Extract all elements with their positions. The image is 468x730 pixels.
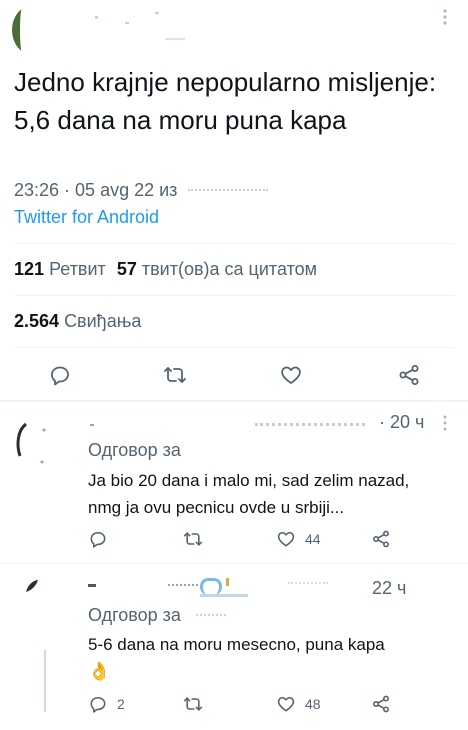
retweet-stats: 121 Ретвит 57 твит(ов)а са цитатом — [14, 259, 317, 280]
replying-to-label: Одговор за — [88, 605, 181, 625]
reply-text-line: Ja bio 20 dana i malo mi, sad zelim naza… — [88, 471, 410, 490]
like-count: 48 — [305, 696, 321, 712]
reply-icon[interactable] — [88, 529, 108, 549]
share-icon[interactable] — [397, 363, 421, 387]
reply-avatar[interactable] — [12, 420, 52, 464]
tweet-text: Jedno krajnje nepopularno misljenje: 5,6… — [14, 67, 437, 135]
ok-hand-emoji: 👌 — [88, 661, 111, 681]
retweet-icon[interactable] — [182, 694, 204, 714]
reply-text: 5-6 dana na moru mesecno, puna kapa 👌 — [88, 631, 385, 685]
share-icon[interactable] — [371, 529, 391, 549]
author-name-redacted — [95, 8, 195, 42]
quotes-link[interactable]: 57 твит(ов)а са цитатом — [117, 259, 317, 279]
reply-time[interactable]: · 20 ч — [379, 412, 424, 433]
retweet-icon[interactable] — [182, 529, 204, 549]
likes-label: Свиђања — [64, 311, 142, 331]
likes-count: 2.564 — [14, 311, 60, 331]
timestamp-text: 23:26 · 05 avg 22 из — [14, 180, 178, 200]
divider — [14, 243, 454, 244]
replying-to-label: Одговор за — [88, 440, 181, 460]
share-icon[interactable] — [371, 694, 391, 714]
replying-to[interactable]: Одговор за — [88, 440, 181, 461]
divider — [0, 400, 468, 402]
more-vertical-icon[interactable] — [441, 8, 449, 28]
reply-text-line: nmg ja ovu pecnicu ovde u srbiji... — [88, 498, 345, 517]
reply-count: 2 — [117, 696, 125, 712]
more-vertical-icon[interactable] — [441, 414, 449, 432]
reply-icon[interactable] — [88, 694, 108, 714]
retweets-count: 121 — [14, 259, 45, 279]
reply-avatar[interactable] — [22, 576, 42, 596]
like-heart-icon[interactable] — [276, 529, 296, 549]
replying-to[interactable]: Одговор за — [88, 605, 226, 626]
divider — [0, 563, 468, 564]
replying-to-redacted — [195, 614, 226, 618]
retweets-link[interactable]: 121 Ретвит — [14, 259, 111, 279]
tweet-timestamp[interactable]: 23:26 · 05 avg 22 из — [14, 180, 269, 201]
divider — [14, 295, 454, 296]
divider — [14, 347, 454, 348]
author-avatar[interactable] — [12, 4, 58, 56]
thread-line — [44, 650, 46, 712]
retweets-label: Ретвит — [49, 259, 106, 279]
reply-time[interactable]: 22 ч — [372, 578, 406, 599]
reply-author-redacted — [90, 420, 370, 430]
client-link[interactable]: Twitter for Android — [14, 207, 159, 228]
reply-icon[interactable] — [48, 363, 72, 387]
reply-text-line: 5-6 dana na moru mesecno, puna kapa — [88, 635, 385, 654]
quotes-label: твит(ов)а са цитатом — [141, 259, 317, 279]
like-count: 44 — [305, 531, 321, 547]
reply-author-redacted — [88, 576, 368, 600]
like-heart-icon[interactable] — [276, 694, 296, 714]
location-redacted — [188, 189, 269, 193]
reply-text: Ja bio 20 dana i malo mi, sad zelim naza… — [88, 467, 409, 521]
likes-link[interactable]: 2.564 Свиђања — [14, 311, 141, 332]
quotes-count: 57 — [116, 259, 137, 279]
like-heart-icon[interactable] — [279, 363, 303, 387]
retweet-icon[interactable] — [162, 363, 188, 387]
